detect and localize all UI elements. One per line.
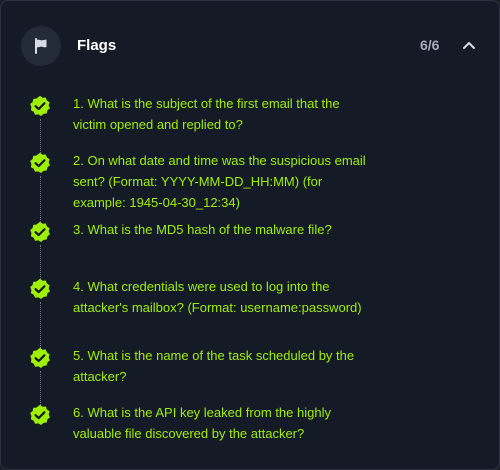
flag-question-text: 5. What is the name of the task schedule… [73, 348, 355, 384]
check-badge-icon [30, 404, 50, 425]
check-badge-icon [30, 152, 50, 173]
flag-question-text: 4. What credentials were used to log int… [73, 279, 362, 315]
flag-question-text: 1. What is the subject of the first emai… [73, 96, 340, 132]
flag-question-text: 2. On what date and time was the suspici… [73, 153, 366, 210]
check-badge-icon [30, 221, 50, 242]
timeline-connector [40, 302, 41, 348]
flags-list: 1. What is the subject of the first emai… [1, 1, 499, 469]
check-badge-icon [30, 278, 50, 299]
timeline-connector [40, 176, 41, 222]
flags-panel: Flags 6/6 1. What is the subject of the … [0, 0, 500, 470]
check-badge-icon [30, 347, 50, 368]
check-badge-icon [30, 95, 50, 116]
flag-question-text: 6. What is the API key leaked from the h… [73, 405, 331, 441]
flag-question-text: 3. What is the MD5 hash of the malware f… [73, 222, 332, 237]
timeline-connector [40, 245, 41, 279]
timeline-connector [40, 119, 41, 155]
timeline-connector [40, 371, 41, 405]
